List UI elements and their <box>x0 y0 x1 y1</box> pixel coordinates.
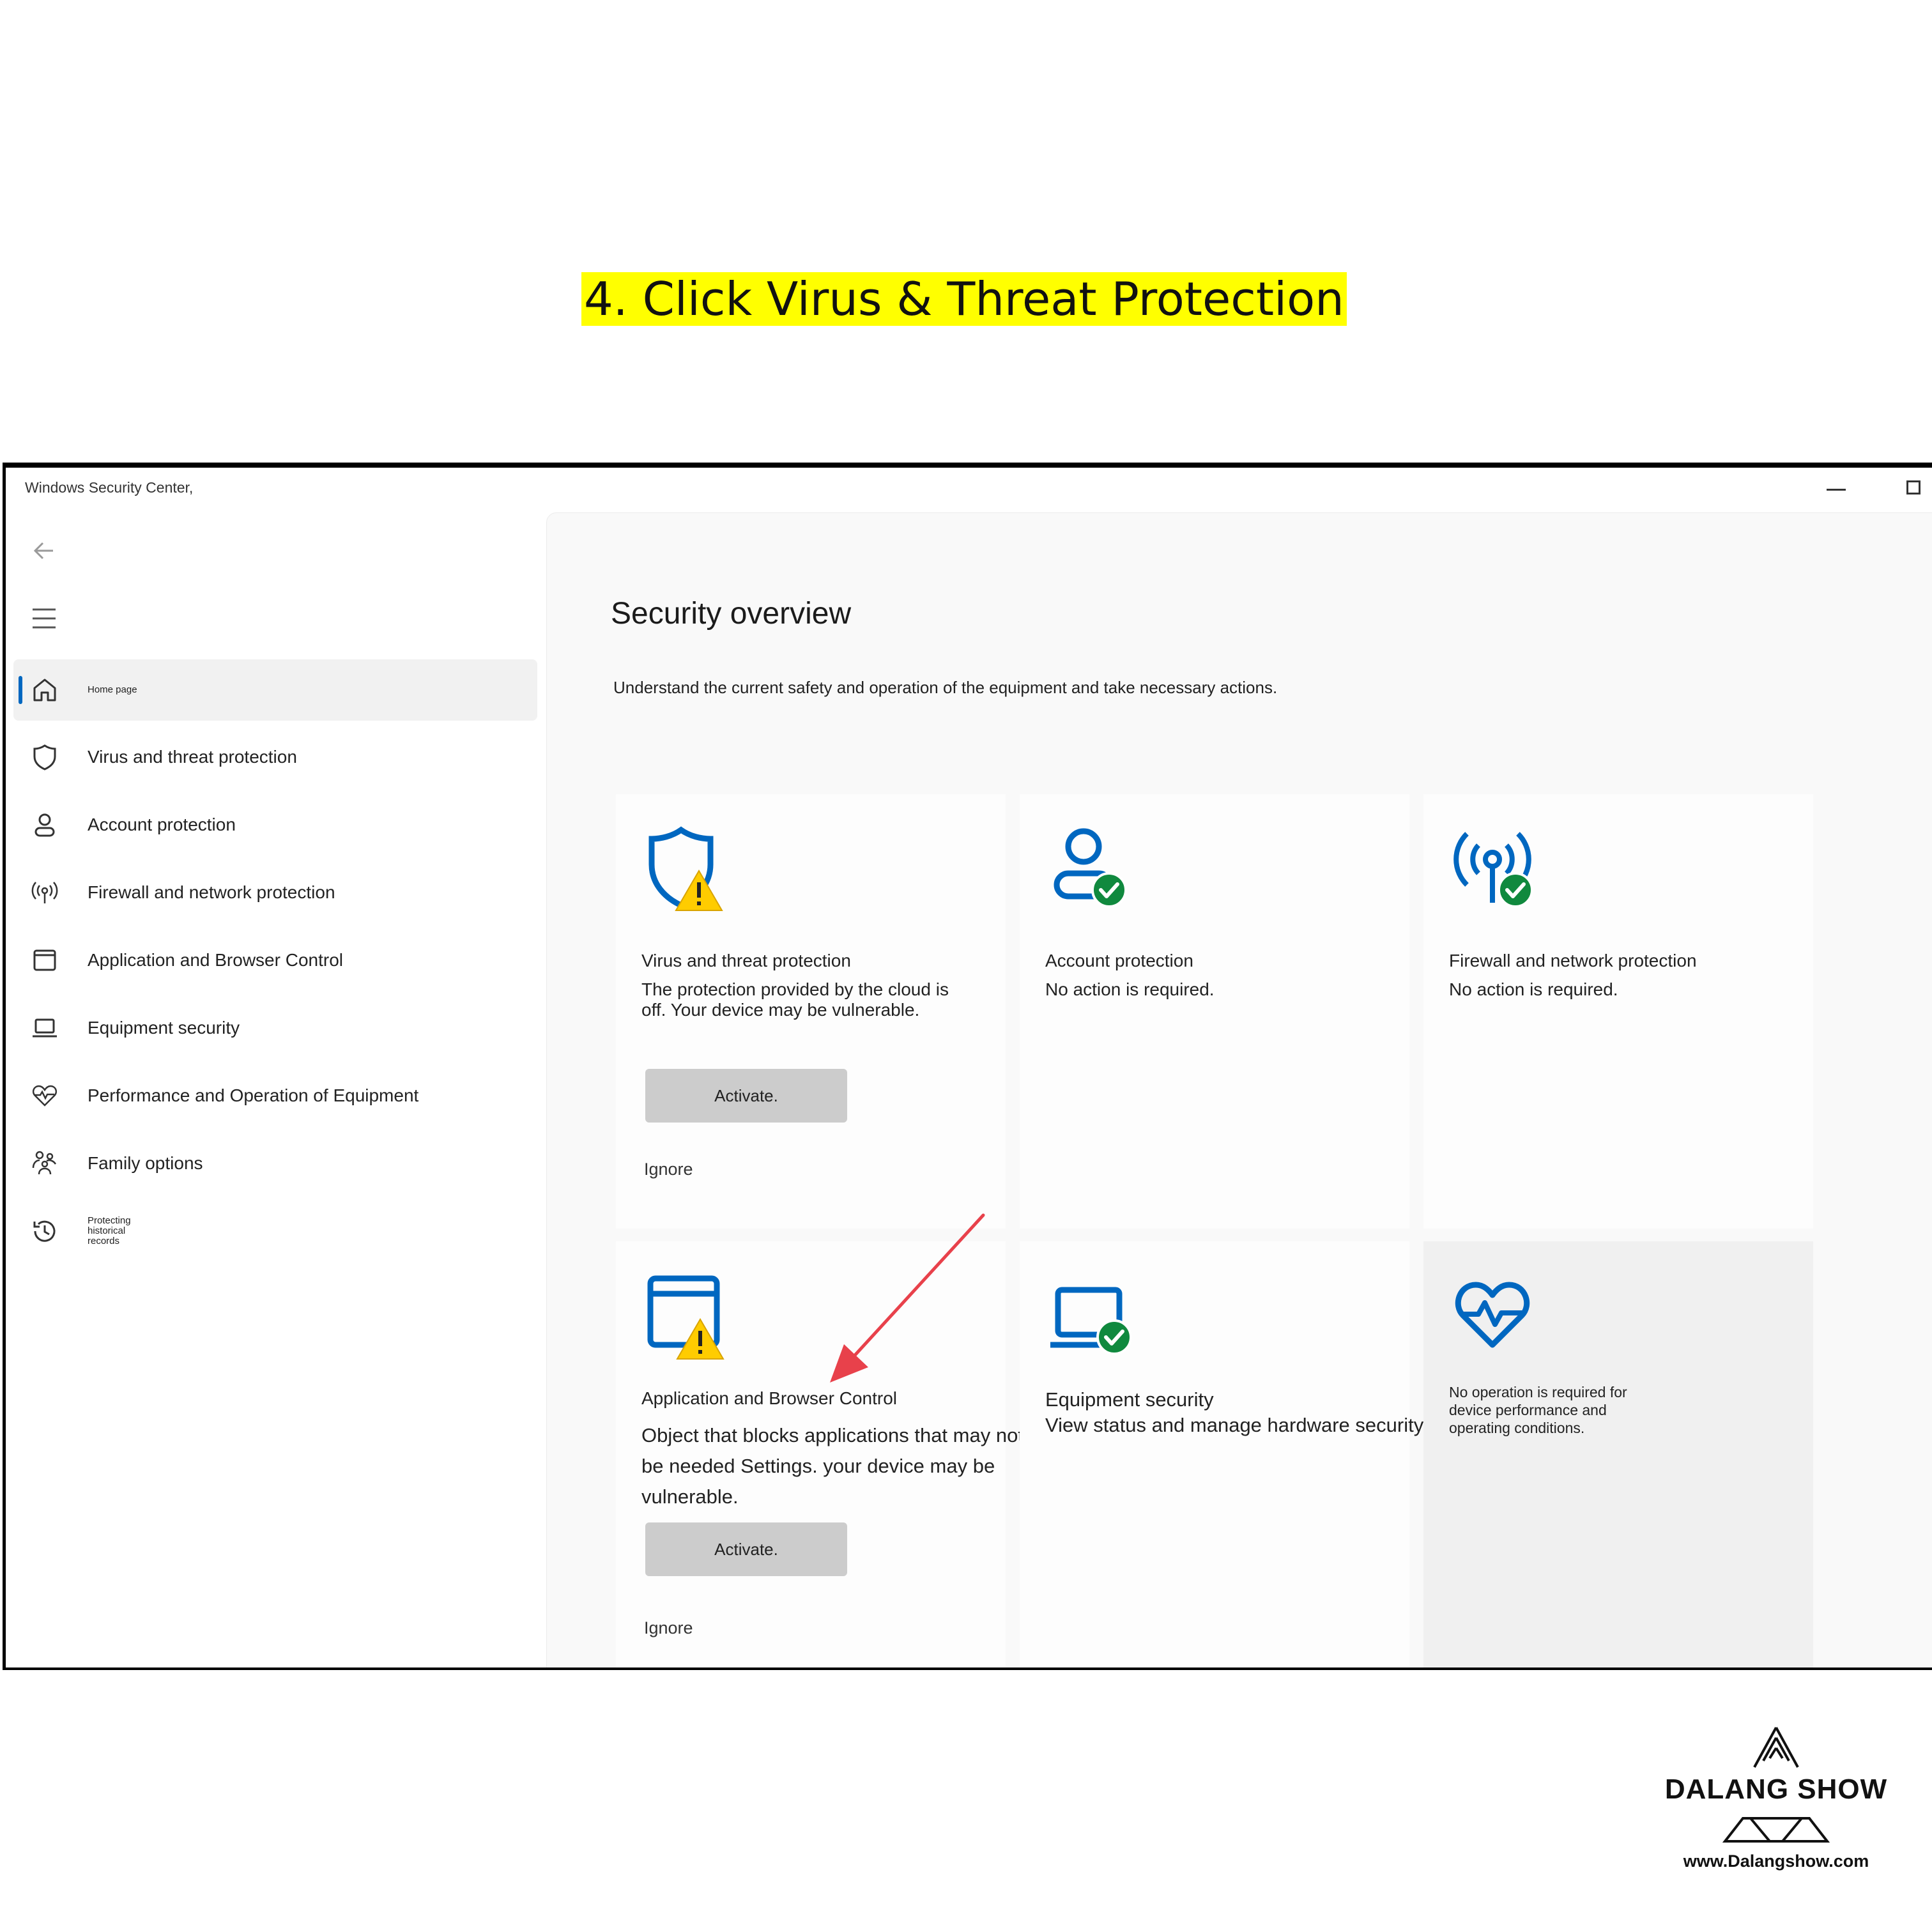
laptop-icon <box>33 1018 57 1038</box>
card-virus-threat[interactable]: Virus and threat protection The protecti… <box>616 794 1006 1229</box>
card-title: Firewall and network protection <box>1449 951 1697 970</box>
sidebar-item-family[interactable]: Family options <box>6 1130 542 1197</box>
sidebar-nav: Home page Virus and threat protection Ac… <box>6 659 542 1265</box>
ignore-link[interactable]: Ignore <box>644 1160 693 1179</box>
pyramid-logo-icon <box>1753 1727 1799 1768</box>
card-description: Object that blocks applications that may… <box>641 1424 1023 1508</box>
sidebar-item-label: Protecting historical records <box>88 1215 131 1246</box>
card-description: No action is required. <box>1045 979 1215 999</box>
app-window-icon <box>33 949 56 971</box>
brand-url: www.Dalangshow.com <box>1683 1851 1869 1871</box>
card-performance-operation[interactable]: No operation is required for device perf… <box>1423 1241 1813 1667</box>
active-indicator <box>19 676 22 704</box>
sidebar-item-account[interactable]: Account protection <box>6 791 542 859</box>
activate-button[interactable]: Activate. <box>645 1522 847 1576</box>
app-window-warning-icon <box>647 1275 724 1360</box>
heart-pulse-icon <box>1455 1282 1530 1348</box>
hamburger-menu-icon[interactable] <box>31 607 57 630</box>
card-description: No action is required. <box>1449 979 1618 999</box>
family-icon <box>32 1151 57 1175</box>
card-title: Virus and threat protection <box>641 951 851 970</box>
card-title: Account protection <box>1045 951 1193 970</box>
person-check-icon <box>1054 828 1127 908</box>
sidebar-item-label: Firewall and network protection <box>88 882 335 902</box>
page-title: Security overview <box>611 597 852 631</box>
window-title: Windows Security Center, <box>25 479 194 496</box>
brand-name: DALANG SHOW <box>1664 1774 1888 1805</box>
page-description: Understand the current safety and operat… <box>613 678 1278 697</box>
person-icon <box>34 813 55 837</box>
sidebar-item-label: Equipment security <box>88 1018 240 1038</box>
sidebar-item-label: Family options <box>88 1153 203 1173</box>
ignore-link[interactable]: Ignore <box>644 1618 693 1638</box>
sidebar-item-virus[interactable]: Virus and threat protection <box>6 723 542 791</box>
sidebar-item-app-browser[interactable]: Application and Browser Control <box>6 926 542 994</box>
history-icon <box>33 1220 56 1242</box>
card-firewall-network[interactable]: Firewall and network protection No actio… <box>1423 794 1813 1229</box>
card-account-protection[interactable]: Account protection No action is required… <box>1020 794 1409 1229</box>
instruction-banner: 4. Click Virus & Threat Protection <box>581 272 1347 326</box>
card-description: No operation is required for device perf… <box>1449 1384 1627 1436</box>
minimize-button[interactable] <box>1827 489 1846 491</box>
back-arrow-icon[interactable] <box>31 538 57 564</box>
antenna-check-icon <box>1453 832 1533 908</box>
sidebar-item-label: Virus and threat protection <box>88 747 297 767</box>
antenna-icon <box>31 882 58 903</box>
home-icon <box>33 678 56 702</box>
card-equipment-security[interactable]: Equipment security View status and manag… <box>1020 1241 1506 1667</box>
shield-warning-icon <box>648 826 723 911</box>
brand-logo: DALANG SHOW www.Dalangshow.com <box>1661 1725 1891 1878</box>
sidebar-item-performance[interactable]: Performance and Operation of Equipment <box>6 1062 542 1130</box>
card-title: Equipment security <box>1045 1388 1214 1411</box>
annotation-arrow <box>830 1213 985 1383</box>
maximize-button[interactable] <box>1906 480 1920 494</box>
sidebar-item-history[interactable]: Protecting historical records <box>6 1197 542 1265</box>
heart-pulse-icon <box>32 1085 57 1107</box>
laptop-check-icon <box>1050 1287 1132 1355</box>
security-window: Windows Security Center, Home page Virus… <box>3 463 1932 1670</box>
sidebar-item-firewall[interactable]: Firewall and network protection <box>6 859 542 926</box>
sidebar-item-label: Home page <box>88 684 137 695</box>
pyramid-base-icon <box>1722 1817 1830 1843</box>
sidebar-item-label: Account protection <box>88 815 236 834</box>
activate-button[interactable]: Activate. <box>645 1069 847 1123</box>
card-description: The protection provided by the cloud is … <box>641 979 949 1020</box>
shield-icon <box>33 744 56 770</box>
sidebar-item-label: Application and Browser Control <box>88 950 343 970</box>
sidebar-item-home[interactable]: Home page <box>13 659 537 721</box>
sidebar-item-equipment-security[interactable]: Equipment security <box>6 994 542 1062</box>
main-content: Security overview Understand the current… <box>546 512 1932 1667</box>
sidebar-item-label: Performance and Operation of Equipment <box>88 1085 419 1105</box>
